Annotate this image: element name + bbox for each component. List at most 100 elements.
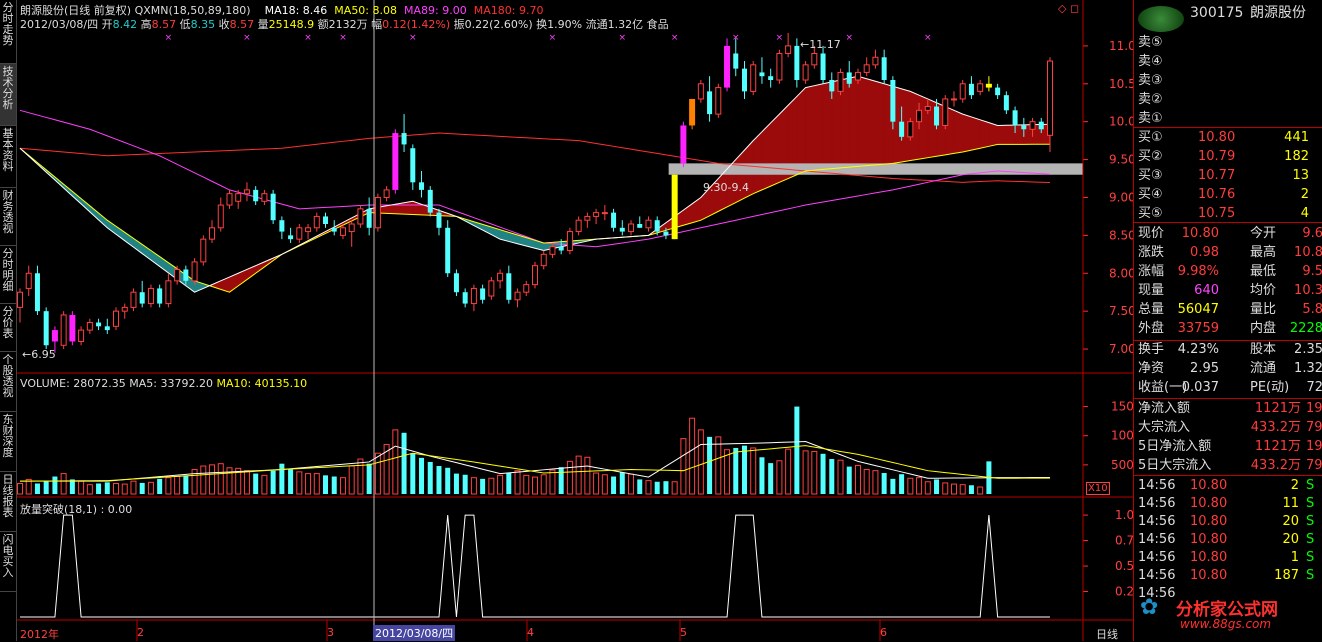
x-cursor-date: 2012/03/08/四 (373, 625, 456, 641)
candle (445, 220, 451, 278)
quote-cell: 今开 (1250, 226, 1277, 241)
open-value: 8.42 (112, 18, 138, 31)
high-annotation-value: 11.17 (809, 38, 841, 51)
flow-extra: 79 (1306, 420, 1322, 435)
price-tick-label: 7.00 (1109, 342, 1133, 356)
industry-value: 食品 (646, 18, 669, 31)
quote-cell: 内盘 (1250, 321, 1277, 336)
tab-tick-detail[interactable]: 分时明细 (0, 246, 16, 304)
buy-volume: 4 (1300, 206, 1309, 221)
tab-label: 闪电买入 (2, 533, 14, 579)
tick-side: S (1306, 568, 1315, 583)
tab-finance[interactable]: 财务透视 (0, 188, 16, 246)
volume-bar (419, 457, 425, 494)
window-controls[interactable]: ◇ ◻ (1058, 2, 1079, 15)
volume-bar (86, 484, 93, 495)
tick-volume: 2 (1290, 478, 1299, 493)
tick-price: 10.80 (1190, 514, 1228, 529)
volume-bar (549, 469, 556, 495)
quote-row: 外盘 33759 内盘 2228 (1138, 320, 1322, 338)
ma-cloud-segment (822, 81, 833, 170)
fund-flow-row: 5日大宗流入 433.2万 79 (1138, 457, 1322, 475)
volume-bar (811, 450, 818, 495)
tab-depth[interactable]: 东财深度 (0, 412, 16, 472)
x-label-month-2: 2 (137, 626, 144, 639)
volume-bar (924, 481, 931, 495)
low-annotation: ←6.95 (22, 348, 56, 361)
sell-row: 卖② (1138, 91, 1322, 109)
brand-logo-icon: ✿ (1140, 595, 1159, 620)
volume-bar (959, 484, 966, 495)
volume-bar (514, 470, 521, 495)
candle (907, 117, 914, 141)
volume-bar (794, 406, 800, 494)
volume-bar (697, 429, 704, 495)
tab-daily-report[interactable]: 日线报表 (0, 472, 16, 532)
candle (566, 227, 573, 255)
tab-technical[interactable]: 技术分析 (0, 64, 16, 126)
buy-volume: 13 (1292, 168, 1309, 183)
volume-bar (288, 469, 294, 494)
ma-cloud-segment (752, 131, 763, 195)
volume-bar (96, 483, 102, 494)
fund-cell: 72 (1306, 380, 1322, 395)
tab-stock-view[interactable]: 个股透视 (0, 352, 16, 412)
ma-cloud-segment (770, 113, 780, 187)
price-tick-label: 9.50 (1109, 153, 1133, 167)
float-cap-value: 流通1.32亿 (585, 18, 644, 31)
volume-bar (663, 481, 669, 494)
volume-tick-label: 5000 (1111, 458, 1133, 472)
volume-bar (532, 476, 538, 495)
chart-area[interactable]: × × × × × × × × × × × × 7.00 7.50 8.00 8.50 9.00 9.50 10.0… (17, 0, 1133, 641)
fund-row: 收益(一) 0.037 PE(动) 72 (1138, 379, 1322, 397)
volume-bar (968, 485, 974, 494)
volume-current: VOLUME: 28072.35 (20, 377, 126, 390)
amount-value: 额2132万 (317, 18, 368, 31)
ma-cloud-segment (875, 80, 885, 166)
fund-cell: 流通 (1250, 361, 1277, 376)
volume-bar (950, 483, 957, 495)
tab-label: 个股透视 (2, 353, 14, 399)
candle (113, 307, 120, 331)
candle (427, 186, 433, 217)
quote-row: 现价 10.80 今开 9.6 (1138, 225, 1322, 243)
volume-bar (768, 463, 774, 494)
candle (697, 80, 704, 103)
volume-bar (174, 476, 181, 495)
ma-cloud-segment (953, 109, 964, 154)
period-label[interactable]: 日线 (1096, 626, 1118, 642)
quote-cell: 5.8 (1302, 302, 1322, 317)
indicator-tick-label: 0.25 (1115, 585, 1133, 599)
candle (147, 284, 154, 308)
volume-bar (820, 453, 826, 494)
tab-price-table[interactable]: 分价表 (0, 304, 16, 352)
buy-label: 买① (1138, 130, 1163, 145)
tick-volume: 11 (1282, 496, 1299, 511)
amplitude-value: 振0.22(2.60%) (453, 18, 533, 31)
tab-basic-info[interactable]: 基本资料 (0, 126, 16, 188)
volume-bar (611, 476, 617, 494)
tick-volume: 20 (1282, 532, 1299, 547)
tab-intraday[interactable]: 分时走势 (0, 0, 16, 64)
tick-row: 14:56 10.80 2 S (1138, 477, 1322, 495)
volume-bar (165, 477, 172, 495)
volume-bar (200, 465, 207, 495)
fund-cell: 股本 (1250, 342, 1277, 357)
volume-bar (628, 473, 635, 495)
volume-bar (558, 467, 564, 494)
tick-price: 10.80 (1190, 496, 1228, 511)
signal-marker: × (671, 33, 679, 43)
candle (357, 205, 364, 228)
volume-label: 量 (257, 18, 269, 31)
chart-header-line2: 2012/03/08/四 开8.42 高8.57 低8.35 收8.57 量25… (20, 16, 669, 32)
fund-cell: 净资 (1138, 361, 1165, 376)
volume-bar (43, 481, 49, 494)
candle (191, 258, 198, 285)
tick-time: 14:56 (1138, 550, 1176, 565)
buy-label: 买⑤ (1138, 206, 1163, 221)
volume-bar (759, 457, 765, 494)
tab-flash-buy[interactable]: 闪电买入 (0, 532, 16, 592)
tick-time: 14:56 (1138, 514, 1176, 529)
candle (69, 311, 76, 346)
signal-marker: × (243, 33, 251, 43)
